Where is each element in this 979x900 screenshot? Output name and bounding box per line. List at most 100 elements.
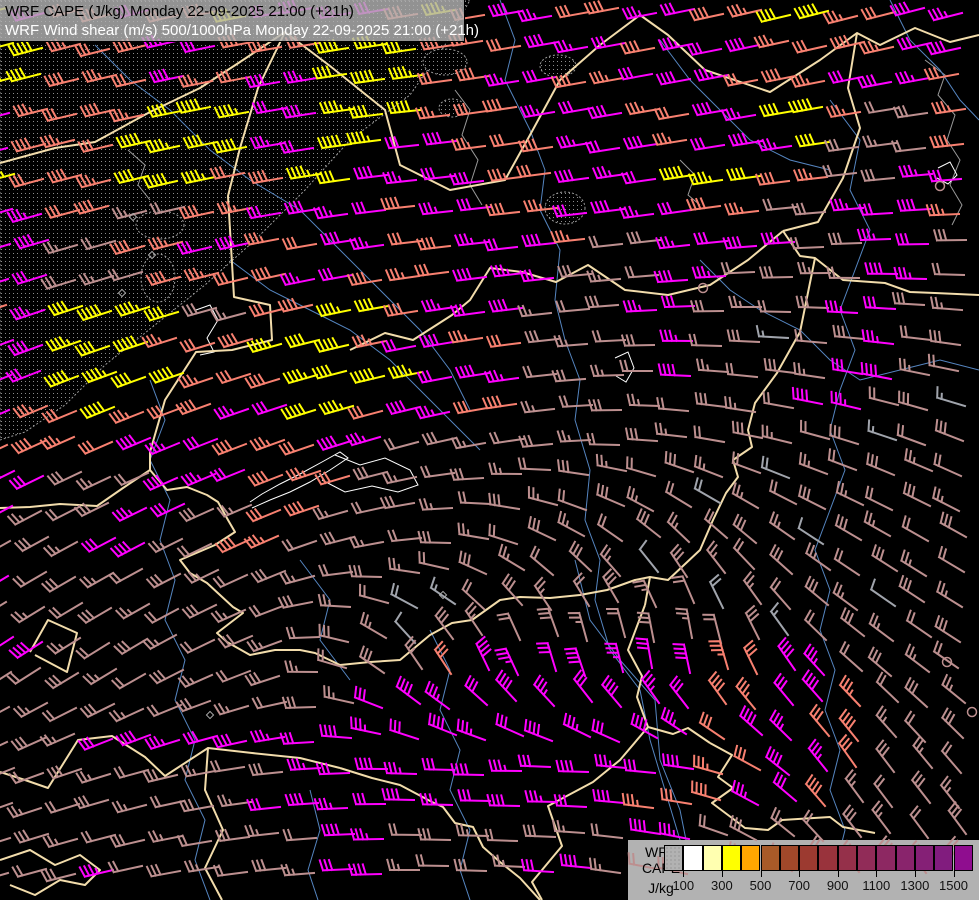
wind-barb: [660, 167, 693, 179]
wind-barb: [48, 638, 80, 653]
wind-barb: [796, 135, 829, 147]
wind-barb: [143, 635, 176, 649]
wind-barb: [455, 860, 486, 871]
wind-barb: [695, 69, 728, 80]
wind-barb: [735, 746, 761, 770]
wind-barb: [315, 799, 347, 809]
wind-barb: [452, 139, 485, 150]
wind-barb: [936, 616, 960, 642]
wind-barb: [81, 704, 114, 717]
wind-barb: [905, 712, 925, 742]
wind-barb: [459, 492, 490, 504]
wind-barb: [598, 515, 622, 542]
wind-barb: [215, 407, 248, 419]
wind-barb: [937, 387, 965, 406]
wind-barb: [315, 338, 348, 351]
wind-barb: [251, 731, 284, 742]
wind-barb: [896, 234, 928, 244]
wind-barb: [602, 676, 621, 707]
wind-barb: [870, 614, 893, 641]
wind-barb: [8, 807, 41, 817]
wind-barb: [620, 207, 653, 218]
wind-barb: [877, 741, 895, 772]
wind-barb: [250, 305, 283, 316]
river: [890, 0, 979, 120]
legend-tick-label: 700: [777, 878, 821, 893]
wind-barb: [455, 234, 488, 245]
wind-barb: [387, 860, 419, 870]
wind-barb: [763, 426, 791, 443]
wind-barb: [949, 802, 966, 834]
wind-barb: [764, 392, 793, 408]
wind-barb: [419, 552, 448, 569]
wind-barb: [113, 508, 146, 521]
wind-barb: [389, 558, 419, 573]
cape-stipple-patch: [540, 55, 576, 77]
wind-barb: [386, 269, 419, 280]
wind-barb: [653, 134, 686, 145]
wind-barb: [589, 237, 622, 247]
wind-barb: [490, 135, 523, 146]
wind-barb: [529, 517, 555, 540]
wind-barb: [593, 720, 620, 742]
wind-barb: [250, 606, 283, 616]
wind-barb: [0, 672, 11, 688]
wind-barb: [314, 207, 347, 218]
wind-barb: [451, 469, 483, 480]
wind-barb: [758, 139, 791, 150]
wind-barb: [420, 335, 453, 347]
wind-barb: [789, 99, 822, 112]
wind-barb: [760, 104, 793, 116]
wind-barb: [737, 678, 755, 709]
wind-barb: [835, 549, 859, 575]
wind-barb: [934, 642, 958, 668]
wind-barb: [82, 538, 115, 552]
wind-barb: [477, 637, 491, 670]
wind-barb: [217, 371, 250, 383]
wind-barb: [214, 866, 247, 876]
wind-barb: [797, 297, 828, 308]
wind-barb: [420, 499, 452, 509]
wind-barb: [823, 166, 856, 176]
wind-barb: [485, 371, 518, 382]
wind-barb: [590, 859, 620, 873]
wind-barb: [112, 674, 145, 688]
wind-barb: [41, 437, 74, 449]
wind-barb: [110, 709, 143, 721]
wind-barb: [355, 759, 387, 769]
wind-barb: [484, 239, 517, 250]
wind-barb: [800, 453, 827, 474]
wind-barb: [862, 170, 895, 181]
wind-barb: [806, 577, 828, 605]
wind-barb: [385, 439, 418, 449]
wind-barb: [834, 583, 857, 610]
wind-barb: [0, 871, 8, 881]
wind-barb: [746, 606, 759, 639]
wind-barb: [496, 649, 519, 675]
wind-barb: [253, 402, 286, 414]
wind-barb: [805, 645, 825, 675]
wind-barb: [347, 434, 380, 446]
wind-barb: [863, 136, 896, 146]
wind-barb: [593, 790, 624, 803]
wind-barb: [8, 668, 40, 684]
wind-barb: [42, 870, 75, 881]
wind-barb: [557, 761, 588, 772]
wind-barb: [253, 698, 286, 708]
wind-barb: [942, 709, 963, 738]
wind-barb: [211, 761, 244, 771]
wind-barb: [810, 705, 829, 736]
wind-barb: [281, 573, 314, 583]
river: [308, 790, 320, 900]
wind-barb: [42, 577, 75, 592]
wind-barb: [687, 198, 720, 210]
wind-barb: [555, 170, 588, 182]
wind-barb: [865, 512, 890, 537]
wind-barb: [931, 298, 962, 311]
wind-barb: [560, 397, 592, 407]
wind-barb: [744, 572, 761, 604]
wind-barb: [148, 407, 181, 419]
wind-barb: [77, 772, 110, 782]
legend-color-box: [818, 845, 837, 871]
wind-barb: [759, 301, 791, 312]
